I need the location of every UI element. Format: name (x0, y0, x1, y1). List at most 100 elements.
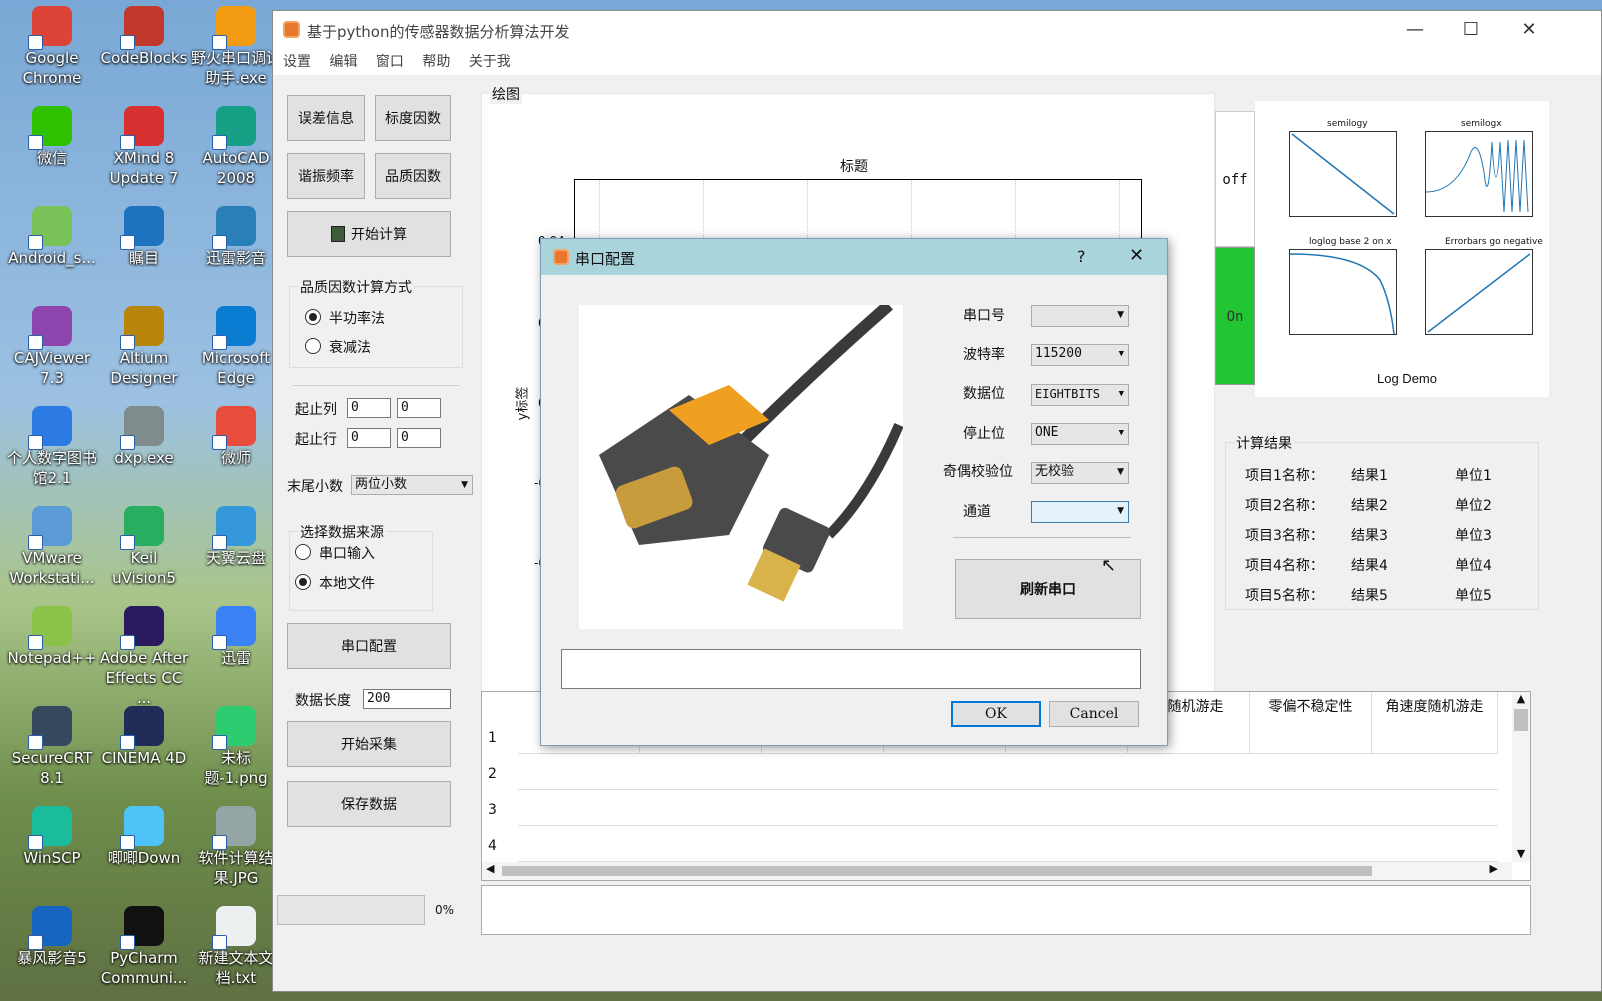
desktop-icon-label: VMware Workstati... (9, 549, 95, 587)
scroll-thumb[interactable] (502, 866, 1372, 876)
dialog-close-button[interactable]: ✕ (1129, 245, 1144, 266)
start-calc-button[interactable]: 开始计算 (287, 211, 451, 257)
desktop-icon[interactable]: Adobe After Effects CC ... (98, 606, 190, 708)
desktop-icon[interactable]: 微信 (6, 106, 98, 168)
table-row[interactable] (518, 790, 1498, 826)
databits-select[interactable]: EIGHTBITS ▼ (1031, 384, 1129, 406)
vertical-scrollbar[interactable]: ▲ ▼ (1512, 692, 1530, 862)
chevron-up-icon[interactable]: ▲ (1512, 692, 1530, 705)
resonance-frequency-button[interactable]: 谐振频率 (287, 153, 365, 199)
desktop-icon[interactable]: dxp.exe (98, 406, 190, 468)
chevron-down-icon[interactable]: ▼ (1512, 847, 1530, 860)
quality-factor-button[interactable]: 品质因数 (375, 153, 451, 199)
app-icon (28, 106, 72, 150)
app-icon (212, 906, 256, 950)
col-end-input[interactable]: 0 (397, 398, 441, 418)
desktop-icon[interactable]: 唧唧Down (98, 806, 190, 868)
menu-window[interactable]: 窗口 (376, 49, 404, 75)
parity-select[interactable]: 无校验 ▼ (1031, 462, 1129, 484)
output-box[interactable] (481, 885, 1531, 935)
result-value: 结果4 (1351, 558, 1388, 574)
desktop-icon[interactable]: 软件计算结果.JPG (190, 806, 282, 888)
ok-button[interactable]: OK (951, 701, 1041, 727)
desktop-icon[interactable]: 迅雷影音 (190, 206, 282, 268)
desktop-icon[interactable]: Android_s... (6, 206, 98, 268)
table-row[interactable] (518, 754, 1498, 790)
desktop-icon[interactable]: 微师 (190, 406, 282, 468)
table-row[interactable] (518, 826, 1498, 862)
desktop-icon-label: Google Chrome (22, 49, 82, 87)
desktop-icon[interactable]: Altium Designer (98, 306, 190, 388)
desktop-icon[interactable]: AutoCAD 2008 (190, 106, 282, 188)
parity-value: 无校验 (1035, 464, 1075, 479)
data-length-input[interactable]: 200 (363, 689, 451, 709)
usb-cable-picture (599, 300, 904, 602)
menu-about[interactable]: 关于我 (469, 49, 511, 75)
result-unit: 单位1 (1455, 468, 1492, 484)
title-bar[interactable]: 基于python的传感器数据分析算法开发 — ☐ ✕ (273, 11, 1601, 49)
chevron-right-icon[interactable]: ▶ (1490, 862, 1498, 875)
subplot-title: semilogx (1461, 119, 1502, 129)
menu-help[interactable]: 帮助 (422, 49, 450, 75)
row-start-input[interactable]: 0 (347, 428, 391, 448)
maximize-button[interactable]: ☐ (1451, 17, 1491, 43)
scale-factor-button[interactable]: 标度因数 (375, 95, 451, 141)
status-text-field[interactable] (561, 649, 1141, 689)
desktop-icon[interactable]: 暴风影音5 (6, 906, 98, 968)
local-file-radio[interactable] (295, 574, 311, 590)
on-toggle[interactable]: On (1215, 247, 1255, 385)
desktop-icon[interactable]: 瞩目 (98, 206, 190, 268)
desktop-icon[interactable]: CINEMA 4D (98, 706, 190, 768)
desktop-icon[interactable]: 未标题-1.png (190, 706, 282, 788)
desktop-icon[interactable]: CAJViewer 7.3 (6, 306, 98, 388)
desktop-icon[interactable]: SecureCRT 8.1 (6, 706, 98, 788)
stopbits-select[interactable]: ONE ▼ (1031, 423, 1129, 445)
desktop-icon[interactable]: Microsoft Edge (190, 306, 282, 388)
help-button[interactable]: ? (1077, 247, 1086, 266)
dialog-title-bar[interactable]: 串口配置 ? ✕ (541, 239, 1167, 275)
desktop-icon[interactable]: Keil uVision5 (98, 506, 190, 588)
decimal-select[interactable]: 两位小数 ▼ (351, 475, 473, 495)
desktop-icon[interactable]: 迅雷 (190, 606, 282, 668)
desktop-icon[interactable]: 新建文本文档.txt (190, 906, 282, 988)
error-info-button[interactable]: 误差信息 (287, 95, 365, 141)
desktop-icon[interactable]: 野火串口调试助手.exe (190, 6, 282, 88)
row-end-input[interactable]: 0 (397, 428, 441, 448)
minimize-button[interactable]: — (1395, 17, 1435, 43)
menu-settings[interactable]: 设置 (283, 49, 311, 75)
desktop-icon[interactable]: 个人数字图书馆2.1 (6, 406, 98, 488)
channel-select[interactable]: ▼ (1031, 501, 1129, 523)
baud-select[interactable]: 115200 ▼ (1031, 344, 1129, 366)
result-value: 结果1 (1351, 468, 1388, 484)
col-start-input[interactable]: 0 (347, 398, 391, 418)
horizontal-scrollbar[interactable]: ◀ ▶ (482, 862, 1512, 880)
off-toggle[interactable]: off (1215, 111, 1255, 247)
desktop-icon[interactable]: Google Chrome (6, 6, 98, 88)
desktop-icon[interactable]: PyCharm Communi... (98, 906, 190, 988)
desktop-icon[interactable]: CodeBlocks (98, 6, 190, 68)
desktop-icon[interactable]: 天翼云盘 (190, 506, 282, 568)
scroll-thumb[interactable] (1514, 709, 1528, 731)
start-collect-button[interactable]: 开始采集 (287, 721, 451, 767)
desktop-icon[interactable]: WinSCP (6, 806, 98, 868)
menu-edit[interactable]: 编辑 (329, 49, 357, 75)
decimal-label: 末尾小数 (287, 479, 343, 495)
close-button[interactable]: ✕ (1509, 17, 1549, 43)
desktop-icon[interactable]: XMind 8 Update 7 (98, 106, 190, 188)
half-power-radio[interactable] (305, 309, 321, 325)
databits-label: 数据位 (963, 386, 1005, 402)
cancel-button[interactable]: Cancel (1049, 701, 1139, 727)
port-select[interactable]: ▼ (1031, 305, 1129, 327)
app-icon (283, 21, 300, 38)
decay-radio[interactable] (305, 338, 321, 354)
table-header-cell[interactable]: 零偏不稳定性 (1250, 692, 1372, 754)
chevron-left-icon[interactable]: ◀ (486, 862, 494, 875)
loglog-curve (1289, 253, 1395, 335)
serial-input-radio[interactable] (295, 544, 311, 560)
save-data-button[interactable]: 保存数据 (287, 781, 451, 827)
desktop-icon[interactable]: Notepad++ (6, 606, 98, 668)
results-title: 计算结果 (1234, 433, 1294, 453)
desktop-icon[interactable]: VMware Workstati... (6, 506, 98, 588)
serial-config-button[interactable]: 串口配置 (287, 623, 451, 669)
table-header-cell[interactable]: 角速度随机游走 (1372, 692, 1498, 754)
